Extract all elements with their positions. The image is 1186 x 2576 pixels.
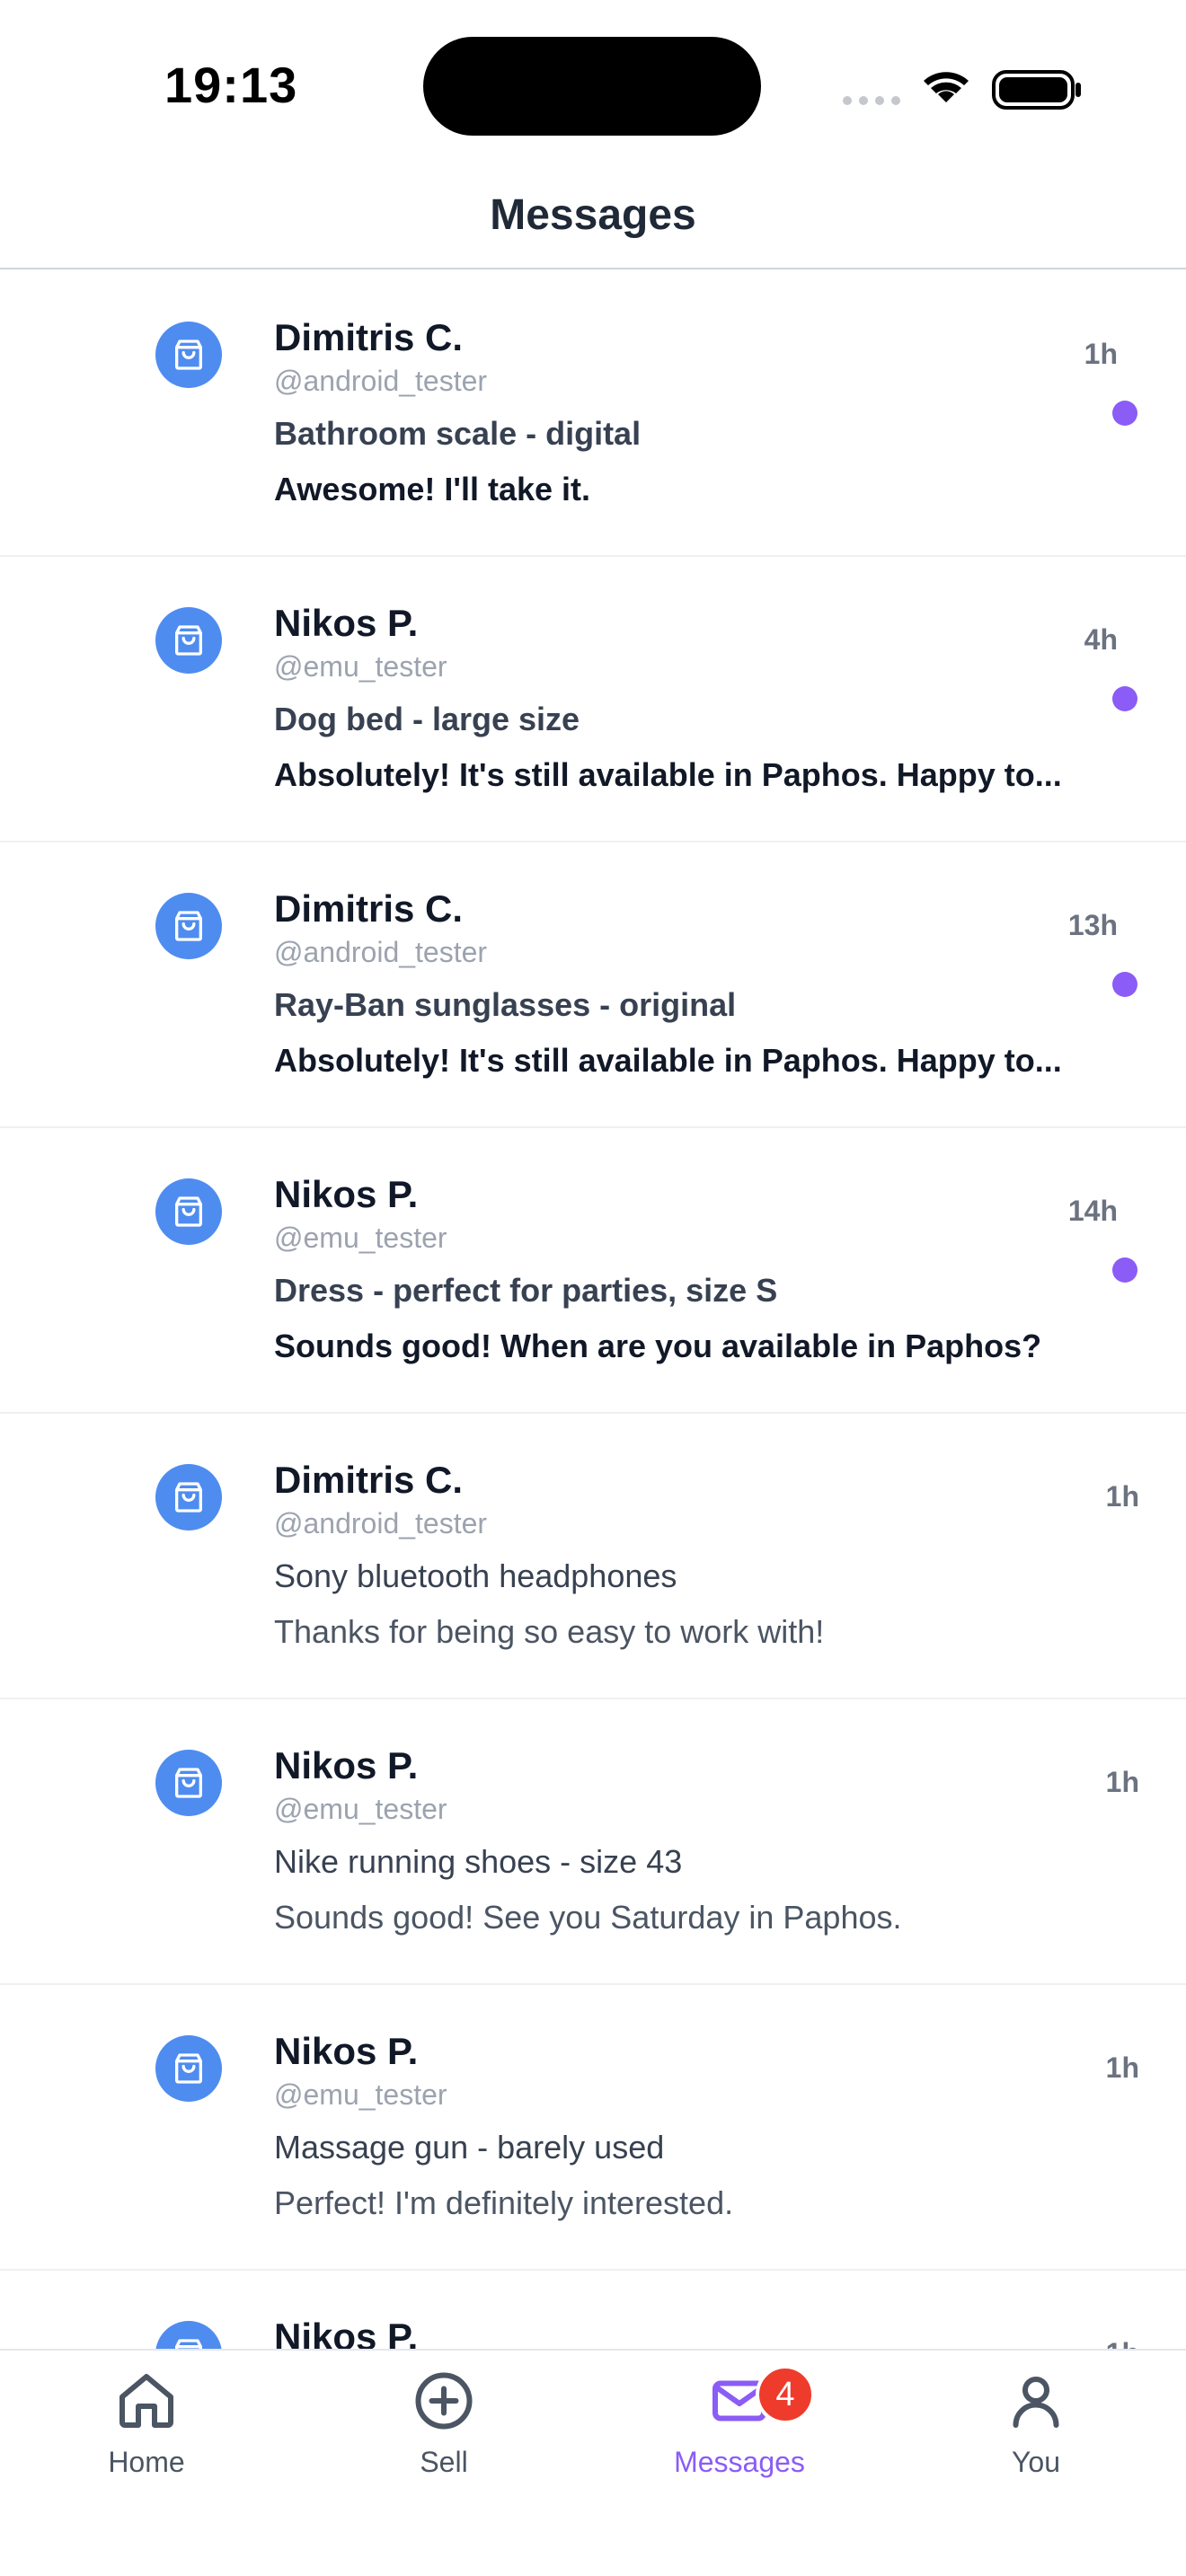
shopping-bag-icon xyxy=(175,1482,202,1513)
message-preview: Sounds good! When are you available in P… xyxy=(274,1328,1042,1364)
sender-handle: @android_tester xyxy=(274,936,488,968)
tab-label: Sell xyxy=(420,2446,468,2478)
avatar xyxy=(155,893,222,959)
avatar xyxy=(155,1750,222,1816)
shopping-bag-icon xyxy=(175,340,202,370)
user-icon xyxy=(1013,2377,1059,2428)
message-preview: Sounds good! See you Saturday in Paphos. xyxy=(274,1899,902,1936)
sender-handle: @emu_tester xyxy=(274,1222,447,1254)
listing-title: Dog bed - large size xyxy=(274,701,580,737)
message-row[interactable]: Nikos P. @emu_tester Dog bed - large siz… xyxy=(0,557,1186,842)
message-time: 1h xyxy=(1084,338,1118,370)
listing-title: Dress - perfect for parties, size S xyxy=(274,1272,778,1309)
message-preview: Perfect! I'm definitely interested. xyxy=(274,2184,734,2221)
message-row[interactable]: Dimitris C. @android_tester Bathroom sca… xyxy=(0,271,1186,557)
tab-sell[interactable]: Sell xyxy=(354,2369,534,2503)
status-bar: 19:13 xyxy=(0,0,1186,171)
message-row[interactable]: Dimitris C. @android_tester Sony bluetoo… xyxy=(0,1414,1186,1699)
plus-circle-icon xyxy=(415,2372,473,2430)
unread-badge: 4 xyxy=(756,2365,815,2424)
avatar xyxy=(155,607,222,674)
shopping-bag-icon xyxy=(175,911,202,941)
message-time: 1h xyxy=(1106,2337,1139,2349)
message-row[interactable]: Nikos P. @emu_tester Massage gun - barel… xyxy=(0,1985,1186,2271)
message-row[interactable]: Nikos P. 1h xyxy=(0,2271,1186,2349)
listing-title: Nike running shoes - size 43 xyxy=(274,1843,683,1880)
sender-handle: @android_tester xyxy=(274,365,488,397)
shopping-bag-icon xyxy=(175,1768,202,1798)
status-time: 19:13 xyxy=(164,57,298,113)
shopping-bag-icon xyxy=(175,2053,202,2084)
message-preview: Thanks for being so easy to work with! xyxy=(274,1613,825,1650)
home-icon xyxy=(119,2374,173,2428)
message-list[interactable]: Dimitris C. @android_tester Bathroom sca… xyxy=(0,271,1186,2349)
tab-bar: Home Sell 4 Messages You xyxy=(0,2349,1186,2576)
shopping-bag-icon xyxy=(175,1196,202,1227)
avatar xyxy=(155,1178,222,1245)
cellular-signal-icon xyxy=(843,96,900,105)
tab-label: Messages xyxy=(674,2446,805,2478)
message-time: 1h xyxy=(1105,1480,1139,1513)
sender-name: Nikos P. xyxy=(274,2316,419,2349)
shopping-bag-icon xyxy=(175,2339,202,2349)
unread-dot xyxy=(1112,1257,1137,1283)
sender-name: Nikos P. xyxy=(274,1173,419,1215)
unread-dot xyxy=(1112,972,1137,997)
message-time: 1h xyxy=(1105,2051,1139,2084)
listing-title: Bathroom scale - digital xyxy=(274,415,642,452)
message-preview: Awesome! I'll take it. xyxy=(274,471,591,507)
avatar xyxy=(155,1464,222,1531)
message-time: 1h xyxy=(1105,1766,1139,1798)
sender-handle: @android_tester xyxy=(274,1507,488,1539)
tab-you[interactable]: You xyxy=(946,2369,1126,2503)
tab-label: You xyxy=(1012,2446,1060,2478)
page-title: Messages xyxy=(490,191,696,239)
sender-name: Nikos P. xyxy=(274,602,419,644)
dynamic-island xyxy=(423,37,761,136)
sender-name: Nikos P. xyxy=(274,2030,419,2072)
sender-name: Dimitris C. xyxy=(274,887,464,930)
sender-name: Dimitris C. xyxy=(274,1459,464,1501)
sender-name: Dimitris C. xyxy=(274,316,464,358)
tab-messages[interactable]: 4 Messages xyxy=(650,2365,829,2503)
battery-icon xyxy=(992,70,1081,110)
message-time: 13h xyxy=(1067,909,1118,941)
message-row[interactable]: Nikos P. @emu_tester Dress - perfect for… xyxy=(0,1128,1186,1414)
message-row[interactable]: Nikos P. @emu_tester Nike running shoes … xyxy=(0,1699,1186,1985)
unread-dot xyxy=(1112,686,1137,711)
avatar xyxy=(155,2321,222,2349)
unread-dot xyxy=(1112,401,1137,426)
listing-title: Sony bluetooth headphones xyxy=(274,1557,677,1594)
tab-home[interactable]: Home xyxy=(57,2369,236,2503)
shopping-bag-icon xyxy=(175,625,202,656)
listing-title: Ray-Ban sunglasses - original xyxy=(274,986,737,1023)
tab-label: Home xyxy=(108,2446,185,2478)
message-preview: Absolutely! It's still available in Paph… xyxy=(274,1042,1062,1079)
avatar xyxy=(155,322,222,388)
sender-handle: @emu_tester xyxy=(274,2078,447,2111)
avatar xyxy=(155,2035,222,2102)
wifi-icon xyxy=(924,72,969,102)
message-time: 14h xyxy=(1067,1195,1118,1227)
status-icons xyxy=(843,70,1081,110)
listing-title: Massage gun - barely used xyxy=(274,2129,665,2166)
sender-handle: @emu_tester xyxy=(274,650,447,683)
header: Messages xyxy=(0,171,1186,269)
message-time: 4h xyxy=(1084,623,1118,656)
message-row[interactable]: Dimitris C. @android_tester Ray-Ban sung… xyxy=(0,842,1186,1128)
sender-handle: @emu_tester xyxy=(274,1793,447,1825)
message-preview: Absolutely! It's still available in Paph… xyxy=(274,756,1062,793)
sender-name: Nikos P. xyxy=(274,1744,419,1786)
